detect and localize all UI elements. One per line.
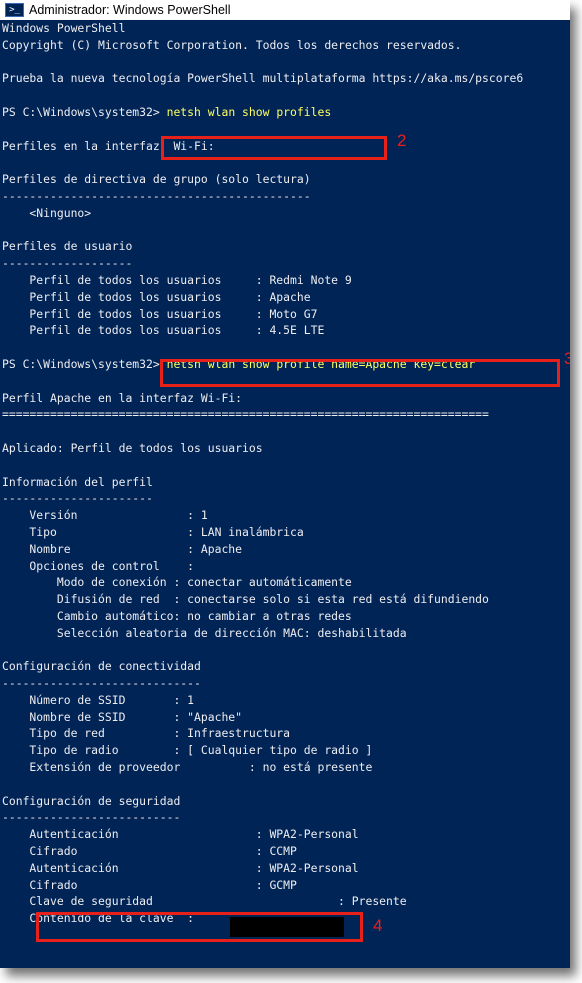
console-line: Tipo : LAN inalámbrica	[2, 524, 304, 539]
console-line: Número de SSID : 1	[2, 692, 195, 707]
console-line: Selección aleatoria de dirección MAC: de…	[2, 625, 407, 640]
powershell-icon: >_	[5, 3, 24, 17]
console-line: -----------------------------	[2, 676, 201, 691]
powershell-window: >_ Administrador: Windows PowerShell Win…	[0, 0, 570, 968]
console-line: Opciones de control :	[2, 558, 195, 573]
callout-box-2	[161, 136, 387, 160]
callout-number-3: 3	[564, 349, 570, 368]
title-bar[interactable]: >_ Administrador: Windows PowerShell	[0, 0, 570, 20]
command-show-profiles: netsh wlan show profiles	[166, 104, 332, 119]
console-line: Configuración de seguridad	[2, 793, 181, 808]
console-line: <Ninguno>	[2, 205, 92, 220]
console-line: Información del perfil	[2, 474, 153, 489]
prompt: PS C:\Windows\system32>	[2, 104, 167, 119]
console-line: Copyright (C) Microsoft Corporation. Tod…	[2, 37, 462, 52]
console-output[interactable]: Windows PowerShell Copyright (C) Microsof…	[0, 20, 570, 968]
callout-box-3	[160, 359, 560, 387]
console-line: Extensión de proveedor : no está present…	[2, 760, 373, 775]
console-line: Versión : 1	[2, 508, 208, 523]
profile-details-output: Perfil Apache en la interfaz Wi-Fi: =====…	[2, 373, 570, 927]
console-line: Autenticación : WPA2-Personal	[2, 860, 359, 875]
console-line: Perfil Apache en la interfaz Wi-Fi:	[2, 390, 243, 405]
console-header: Windows PowerShell Copyright (C) Microsof…	[2, 20, 570, 104]
console-line: Difusión de red : conectarse solo si est…	[2, 592, 489, 607]
console-line: Perfiles de usuario	[2, 239, 133, 254]
prompt-line-1: PS C:\Windows\system32> netsh wlan show …	[2, 104, 570, 121]
console-line: Perfiles de directiva de grupo (solo lec…	[2, 172, 311, 187]
console-line: Tipo de red : Infraestructura	[2, 726, 291, 741]
console-line: Modo de conexión : conectar automáticame…	[2, 575, 352, 590]
console-line: -------------------	[2, 256, 133, 271]
console-line: ----------------------------------------…	[2, 188, 311, 203]
console-line: Autenticación : WPA2-Personal	[2, 827, 359, 842]
console-line: Nombre : Apache	[2, 541, 243, 556]
console-line: Nombre de SSID : "Apache"	[2, 709, 243, 724]
console-line: Configuración de conectividad	[2, 659, 201, 674]
console-line: ========================================…	[2, 407, 489, 422]
callout-number-2: 2	[397, 131, 407, 150]
console-line: Clave de seguridad : Presente	[2, 894, 407, 909]
callout-box-4	[36, 912, 363, 942]
console-line: Cambio automático: no cambiar a otras re…	[2, 608, 352, 623]
console-line: --------------------------	[2, 810, 181, 825]
console-line: Perfil de todos los usuarios : Moto G7	[2, 306, 318, 321]
console-line: Perfil de todos los usuarios : Apache	[2, 289, 311, 304]
prompt: PS C:\Windows\system32>	[2, 356, 167, 371]
window-title: Administrador: Windows PowerShell	[29, 3, 231, 17]
console-line: Cifrado : CCMP	[2, 844, 297, 859]
callout-number-4: 4	[373, 916, 383, 935]
console-line: Aplicado: Perfil de todos los usuarios	[2, 440, 263, 455]
console-line: Perfil de todos los usuarios : Redmi Not…	[2, 272, 352, 287]
console-line: Prueba la nueva tecnología PowerShell mu…	[2, 71, 524, 86]
console-line: ----------------------	[2, 491, 153, 506]
console-line: Perfil de todos los usuarios : 4.5E LTE	[2, 323, 325, 338]
console-line: Cifrado : GCMP	[2, 877, 297, 892]
console-line: Tipo de radio : [ Cualquier tipo de radi…	[2, 743, 373, 758]
console-line: Windows PowerShell	[2, 21, 126, 35]
